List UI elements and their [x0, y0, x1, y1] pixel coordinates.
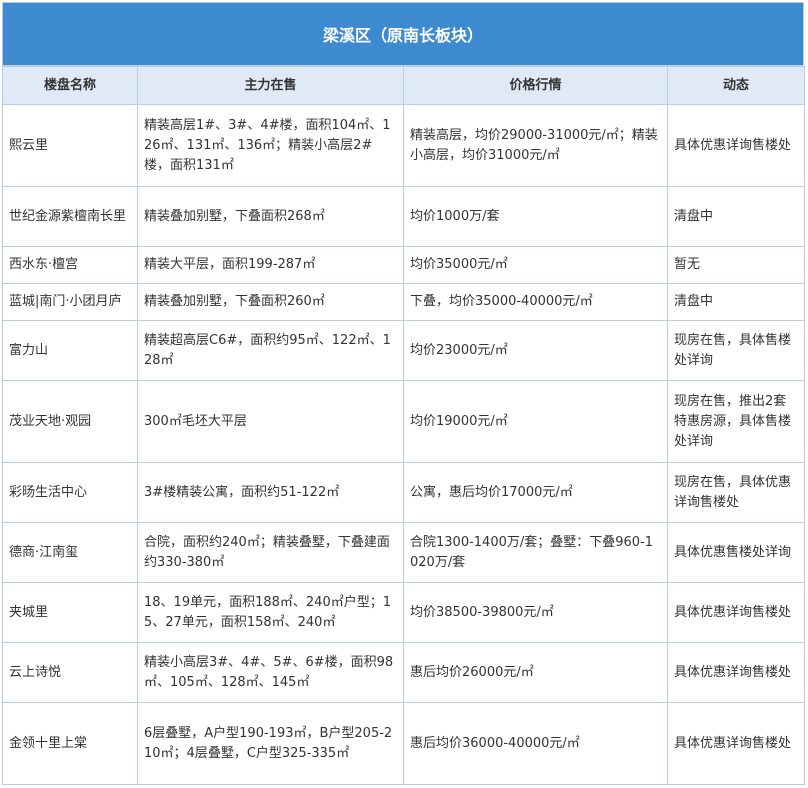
cell-status: 清盘中	[667, 283, 805, 321]
cell-sale: 精装超高层C6#，面积约95㎡、122㎡、128㎡	[137, 320, 404, 381]
cell-sale: 精装叠加别墅，下叠面积260㎡	[137, 283, 404, 321]
cell-status: 清盘中	[667, 186, 805, 247]
cell-sale: 精装叠加别墅，下叠面积268㎡	[137, 186, 404, 247]
cell-price: 惠后均价26000元/㎡	[403, 642, 668, 703]
table-row: 西水东·檀宫 精装大平层，面积199-287㎡ 均价35000元/㎡ 暂无	[2, 246, 805, 284]
cell-name: 云上诗悦	[2, 642, 138, 703]
cell-price: 精装高层，均价29000-31000元/㎡；精装小高层，均价31000元/㎡	[403, 104, 668, 187]
cell-status: 暂无	[667, 246, 805, 284]
cell-name: 金领十里上棠	[2, 702, 138, 785]
cell-name: 世纪金源紫檀南长里	[2, 186, 138, 247]
cell-price: 均价38500-39800元/㎡	[403, 582, 668, 643]
cell-name: 茂业天地·观园	[2, 380, 138, 463]
cell-status: 现房在售，具体售楼处详询	[667, 320, 805, 381]
cell-name: 夹城里	[2, 582, 138, 643]
cell-price: 均价19000元/㎡	[403, 380, 668, 463]
cell-status: 具体优惠详询售楼处	[667, 702, 805, 785]
cell-name: 富力山	[2, 320, 138, 381]
header-sale: 主力在售	[137, 66, 404, 105]
header-row: 楼盘名称 主力在售 价格行情 动态	[2, 66, 805, 105]
cell-sale: 3#楼精装公寓，面积约51-122㎡	[137, 462, 404, 523]
listing-table-container: 梁溪区（原南长板块） 楼盘名称 主力在售 价格行情 动态 熙云里 精装高层1#、3…	[2, 2, 805, 785]
cell-status: 具体优惠售楼处详询	[667, 522, 805, 583]
cell-status: 具体优惠详询售楼处	[667, 642, 805, 703]
cell-status: 现房在售，推出2套特惠房源，具体售楼处详询	[667, 380, 805, 463]
cell-status: 具体优惠详询售楼处	[667, 582, 805, 643]
cell-price: 均价1000万/套	[403, 186, 668, 247]
table-title: 梁溪区（原南长板块）	[2, 2, 804, 66]
cell-name: 德商·江南玺	[2, 522, 138, 583]
table-row: 茂业天地·观园 300㎡毛坯大平层 均价19000元/㎡ 现房在售，推出2套特惠房源，…	[2, 380, 805, 463]
table-row: 熙云里 精装高层1#、3#、4#楼，面积104㎡、126㎡、131㎡、136㎡；精…	[2, 104, 805, 187]
cell-name: 西水东·檀宫	[2, 246, 138, 284]
cell-price: 均价23000元/㎡	[403, 320, 668, 381]
cell-name: 蓝城|南门·小团月庐	[2, 283, 138, 321]
table-row: 富力山 精装超高层C6#，面积约95㎡、122㎡、128㎡ 均价23000元/㎡ 现房…	[2, 320, 805, 381]
cell-sale: 精装高层1#、3#、4#楼，面积104㎡、126㎡、131㎡、136㎡；精装小高…	[137, 104, 404, 187]
cell-sale: 精装小高层3#、4#、5#、6#楼，面积98㎡、105㎡、128㎡、145㎡	[137, 642, 404, 703]
cell-price: 惠后均价36000-40000元/㎡	[403, 702, 668, 785]
cell-status: 具体优惠详询售楼处	[667, 104, 805, 187]
cell-sale: 精装大平层，面积199-287㎡	[137, 246, 404, 284]
cell-price: 合院1300-1400万/套；叠墅：下叠960-1020万/套	[403, 522, 668, 583]
table-row: 世纪金源紫檀南长里 精装叠加别墅，下叠面积268㎡ 均价1000万/套 清盘中	[2, 186, 805, 247]
cell-name: 彩旸生活中心	[2, 462, 138, 523]
cell-sale: 6层叠墅，A户型190-193㎡，B户型205-210㎡；4层叠墅，C户型325…	[137, 702, 404, 785]
header-name: 楼盘名称	[2, 66, 138, 105]
listing-table: 楼盘名称 主力在售 价格行情 动态 熙云里 精装高层1#、3#、4#楼，面积104…	[2, 66, 805, 785]
cell-price: 公寓，惠后均价17000元/㎡	[403, 462, 668, 523]
cell-sale: 合院，面积约240㎡；精装叠墅，下叠建面约330-380㎡	[137, 522, 404, 583]
cell-sale: 18、19单元，面积188㎡、240㎡户型；15、27单元，面积158㎡、240…	[137, 582, 404, 643]
table-row: 德商·江南玺 合院，面积约240㎡；精装叠墅，下叠建面约330-380㎡ 合院130…	[2, 522, 805, 583]
table-row: 彩旸生活中心 3#楼精装公寓，面积约51-122㎡ 公寓，惠后均价17000元/㎡现…	[2, 462, 805, 523]
cell-price: 均价35000元/㎡	[403, 246, 668, 284]
cell-name: 熙云里	[2, 104, 138, 187]
table-row: 云上诗悦 精装小高层3#、4#、5#、6#楼，面积98㎡、105㎡、128㎡、14…	[2, 642, 805, 703]
table-row: 夹城里 18、19单元，面积188㎡、240㎡户型；15、27单元，面积158㎡、…	[2, 582, 805, 643]
header-status: 动态	[667, 66, 805, 105]
cell-status: 现房在售，具体优惠详询售楼处	[667, 462, 805, 523]
header-price: 价格行情	[403, 66, 668, 105]
cell-price: 下叠，均价35000-40000元/㎡	[403, 283, 668, 321]
table-row: 金领十里上棠 6层叠墅，A户型190-193㎡，B户型205-210㎡；4层叠墅，…	[2, 702, 805, 785]
table-row: 蓝城|南门·小团月庐 精装叠加别墅，下叠面积260㎡ 下叠，均价35000-4000…	[2, 283, 805, 321]
cell-sale: 300㎡毛坯大平层	[137, 380, 404, 463]
